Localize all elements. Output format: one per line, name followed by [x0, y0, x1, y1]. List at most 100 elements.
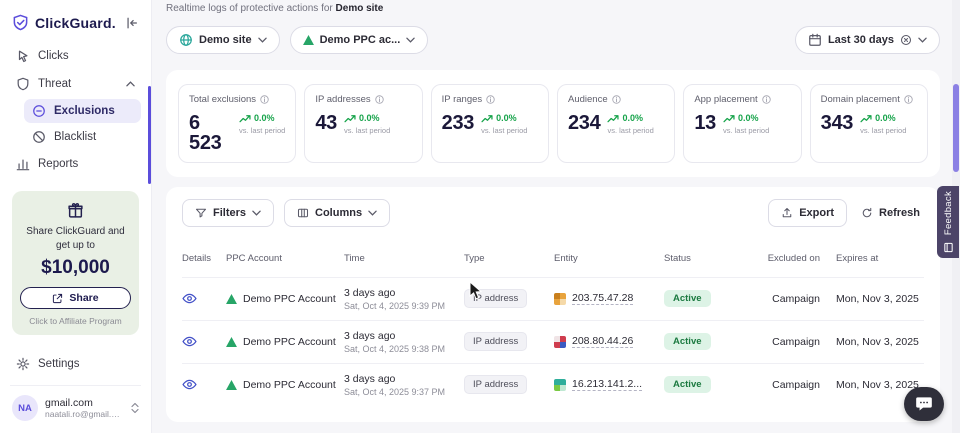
clickguard-logo-icon	[12, 14, 29, 31]
sidebar-item-label: Blacklist	[54, 131, 96, 143]
refresh-icon	[861, 207, 873, 219]
table-toolbar: Filters Columns Export Refresh	[182, 199, 924, 227]
entity-ip-link[interactable]: 208.80.44.26	[572, 335, 633, 348]
time-cell: 3 days agoSat, Oct 4, 2025 9:38 PM	[344, 330, 464, 354]
time-absolute: Sat, Oct 4, 2025 9:39 PM	[344, 301, 464, 311]
sidebar-item-settings[interactable]: Settings	[10, 351, 141, 377]
sidebar-scrollbar-thumb[interactable]	[148, 86, 151, 184]
columns-button[interactable]: Columns	[284, 199, 390, 227]
details-eye-icon[interactable]	[182, 336, 226, 347]
ppc-account-selector[interactable]: Demo PPC ac...	[290, 26, 429, 54]
filter-row: Demo site Demo PPC ac... Last 30 days	[166, 26, 940, 54]
page-scrollbar-thumb[interactable]	[953, 84, 959, 172]
info-icon[interactable]	[260, 95, 269, 104]
stat-change: 0.0%	[622, 113, 643, 123]
affiliate-program-link[interactable]: Click to Affiliate Program	[29, 316, 121, 326]
ppc-account-cell: Demo PPC Account	[226, 293, 344, 305]
feedback-tab-label: Feedback	[943, 191, 954, 235]
sidebar-item-reports[interactable]: Reports	[10, 151, 141, 177]
sidebar-item-threat[interactable]: Threat	[10, 71, 141, 97]
page-subtitle: Realtime logs of protective actions for …	[166, 0, 940, 14]
sidebar-item-label: Reports	[38, 158, 78, 170]
sidebar-spacer	[10, 335, 141, 351]
stat-compare: vs. last period	[723, 126, 769, 135]
column-header-expires-at[interactable]: Expires at	[824, 253, 924, 265]
ppc-account-icon	[226, 337, 237, 347]
ppc-account-name: Demo PPC Account	[243, 379, 336, 391]
excluded-on-cell: Campaign	[762, 379, 824, 391]
export-button[interactable]: Export	[768, 199, 847, 227]
status-cell: Active	[664, 376, 762, 393]
stat-value: 6 523	[189, 113, 232, 153]
column-header-ppc-account[interactable]: PPC Account	[226, 253, 344, 265]
column-header-details[interactable]: Details	[182, 253, 226, 265]
stat-label: Audience	[568, 94, 608, 105]
site-selector[interactable]: Demo site	[166, 26, 280, 54]
chevron-down-icon	[368, 210, 377, 216]
stat-compare: vs. last period	[607, 126, 653, 135]
info-icon[interactable]	[612, 95, 621, 104]
details-eye-icon[interactable]	[182, 379, 226, 390]
user-account-selector[interactable]: NA gmail.com naatali.ro@gmail.com	[10, 385, 141, 423]
status-badge: Active	[664, 333, 711, 350]
sidebar-item-clicks[interactable]: Clicks	[10, 43, 141, 69]
stat-card-total-exclusions: Total exclusions 6 523 0.0% vs. last per…	[178, 84, 296, 163]
status-badge: Active	[664, 376, 711, 393]
refresh-button[interactable]: Refresh	[857, 199, 924, 227]
feedback-book-icon	[943, 242, 954, 253]
ppc-account-icon	[303, 35, 314, 45]
stat-label: IP ranges	[442, 94, 483, 105]
entity-ip-link[interactable]: 16.213.141.2...	[572, 378, 642, 391]
info-icon[interactable]	[904, 95, 913, 104]
share-button[interactable]: Share	[20, 287, 131, 309]
export-icon	[781, 207, 793, 219]
expires-at-cell: Mon, Nov 3, 2025	[824, 336, 924, 348]
stats-panel: Total exclusions 6 523 0.0% vs. last per…	[166, 70, 940, 177]
sidebar-item-blacklist[interactable]: Blacklist	[24, 125, 141, 149]
ppc-account-selector-value: Demo PPC ac...	[320, 34, 401, 46]
column-header-status[interactable]: Status	[664, 253, 762, 265]
time-absolute: Sat, Oct 4, 2025 9:38 PM	[344, 344, 464, 354]
entity-cell: 203.75.47.28	[554, 292, 664, 305]
columns-button-label: Columns	[315, 207, 362, 219]
chat-launcher-button[interactable]	[904, 387, 944, 421]
date-range-selector[interactable]: Last 30 days	[795, 26, 940, 54]
calendar-icon	[808, 33, 822, 47]
gear-icon	[16, 357, 30, 371]
time-absolute: Sat, Oct 4, 2025 9:37 PM	[344, 387, 464, 397]
stat-label: Total exclusions	[189, 94, 256, 105]
stat-compare: vs. last period	[481, 126, 527, 135]
stat-compare: vs. last period	[344, 126, 390, 135]
info-icon[interactable]	[375, 95, 384, 104]
sidebar-item-exclusions[interactable]: Exclusions	[24, 99, 141, 123]
sidebar-item-label: Clicks	[38, 50, 69, 62]
stat-change: 0.0%	[738, 113, 759, 123]
chevron-up-down-icon	[131, 402, 139, 414]
collapse-sidebar-icon[interactable]	[125, 16, 139, 30]
column-header-time[interactable]: Time	[344, 253, 464, 265]
expires-at-cell: Mon, Nov 3, 2025	[824, 379, 924, 391]
refresh-button-label: Refresh	[879, 207, 920, 219]
avatar: NA	[12, 395, 38, 421]
table-row: Demo PPC Account 3 days agoSat, Oct 4, 2…	[182, 277, 924, 320]
column-header-type[interactable]: Type	[464, 253, 554, 265]
entity-ip-link[interactable]: 203.75.47.28	[572, 292, 633, 305]
status-cell: Active	[664, 290, 762, 307]
entity-flag-icon	[554, 336, 566, 348]
type-cell: IP address	[464, 289, 554, 308]
info-icon[interactable]	[486, 95, 495, 104]
filters-button[interactable]: Filters	[182, 199, 274, 227]
table-row: Demo PPC Account 3 days agoSat, Oct 4, 2…	[182, 320, 924, 363]
trend-up-icon	[344, 114, 356, 123]
user-name: gmail.com	[45, 397, 124, 409]
stat-card-ip-addresses: IP addresses 43 0.0% vs. last period	[304, 84, 422, 163]
column-header-excluded-on[interactable]: Excluded on	[762, 253, 824, 265]
info-icon[interactable]	[762, 95, 771, 104]
status-badge: Active	[664, 290, 711, 307]
clear-date-icon[interactable]	[900, 34, 912, 46]
details-eye-icon[interactable]	[182, 293, 226, 304]
column-header-entity[interactable]: Entity	[554, 253, 664, 265]
ppc-account-icon	[226, 380, 237, 390]
feedback-tab[interactable]: Feedback	[937, 186, 959, 258]
trend-up-icon	[860, 114, 872, 123]
